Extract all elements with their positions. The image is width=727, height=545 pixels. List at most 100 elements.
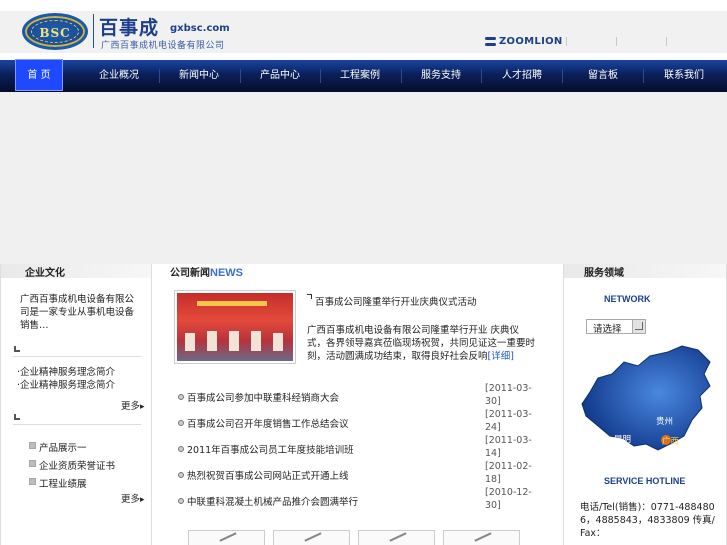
header-divider [566,37,567,46]
nav-item-news[interactable]: 新闻中心 [169,60,229,92]
nav-separator [240,69,241,83]
news-row-title: 百事成公司召开年度销售工作总结会议 [187,419,349,430]
region-select-value: 请选择 [593,324,622,335]
chevron-down-icon [632,320,645,333]
china-map[interactable]: 贵州 昆明 广西 [576,344,716,454]
nav-item-jobs[interactable]: 人才招聘 [492,60,552,92]
more-arrow-icon: ▸ [140,495,145,505]
news-row-title: 2011年百事成公司员工年度技能培训班 [187,445,354,456]
news-date: [2011-03-30] [485,383,532,407]
news-section: 公司新闻NEWS 百事成公司隆重举行开业庆典仪式活动 广西百事成机电设备有限公司… [166,264,562,545]
nav-separator [401,69,402,83]
header-divider [616,37,617,46]
square-bullet-icon [29,442,36,449]
brand-domain: gxbsc.com [170,23,230,34]
news-row[interactable]: 热烈祝贺百事成公司网站正式开通上线 [178,468,478,482]
top-strip [0,0,727,11]
square-bullet-icon [29,460,36,467]
news-row[interactable]: 中联重科混凝土机械产品推介会圆满举行 [178,494,478,508]
product-thumb[interactable] [358,530,435,545]
nav-separator [562,69,563,83]
headline-arrow-icon [307,294,312,299]
nav-item-contact[interactable]: 联系我们 [654,60,714,92]
news-date: [2011-03-24] [485,409,532,433]
nav-separator [159,69,160,83]
map-label[interactable]: 广西 [662,436,679,447]
region-select[interactable]: 请选择 [586,319,646,335]
news-detail-link[interactable]: [详细] [488,351,514,362]
divider [13,424,141,425]
hotline-label: SERVICE HOTLINE [604,476,686,486]
brand-subtitle: 广西百事成机电设备有限公司 [101,41,225,51]
network-label: NETWORK [604,294,651,304]
culture-panel: 企业文化 广西百事成机电设备有限公司是一家专业从事机电设备销售… ·企业精神服务… [0,264,152,545]
nav-separator [643,69,644,83]
news-summary: 广西百事成机电设备有限公司隆重举行开业 庆典仪式，各界领导嘉宾莅临现场祝贺，共同… [307,324,537,363]
showcase-link[interactable]: 企业资质荣誉证书 [39,458,115,472]
more-label: 更多 [121,494,141,505]
service-panel: 服务领域 NETWORK 请选择 贵州 昆明 广西 SERVICE HOTLIN… [563,264,727,545]
more-label: 更多 [121,401,141,412]
product-thumb[interactable] [443,530,520,545]
news-row-title: 中联重科混凝土机械产品推介会圆满举行 [187,497,359,508]
culture-link[interactable]: ·企业精神服务理念简介 [17,364,115,378]
divider [13,356,141,357]
panel-header [1,264,151,278]
nav-item-cases[interactable]: 工程案例 [330,60,390,92]
company-logo[interactable]: BSC [22,13,88,50]
more-link[interactable]: 更多▸ [121,398,145,412]
news-date: [2010-12-30] [485,487,532,511]
news-row[interactable]: 百事成公司参加中联重科经销商大会 [178,390,478,404]
nav-item-products[interactable]: 产品中心 [250,60,310,92]
bullet-icon [178,446,184,452]
bullet-icon [178,420,184,426]
service-title: 服务领域 [584,268,624,279]
culture-link[interactable]: ·企业精神服务理念简介 [17,377,115,391]
nav-item-about[interactable]: 企业概况 [89,60,149,92]
news-headline[interactable]: 百事成公司隆重举行开业庆典仪式活动 [315,294,477,308]
arrow-icon [14,346,20,352]
contact-info: 电话/Tel(销售)：0771-4884806，4885843，4833809 … [580,502,715,539]
square-bullet-icon [29,478,36,485]
zoomlion-logo[interactable]: ZOOMLION [485,35,563,47]
showcase-link[interactable]: 产品展示一 [39,440,87,454]
bullet-icon [178,498,184,504]
more-arrow-icon: ▸ [140,402,145,412]
zoomlion-mark-icon [485,36,496,46]
news-date: [2011-02-18] [485,461,532,485]
bullet-icon [178,394,184,400]
main-nav: 首 页 企业概况 新闻中心 产品中心 工程案例 服务支持 人才招聘 留言板 联系… [0,59,727,92]
news-row-title: 百事成公司参加中联重科经销商大会 [187,393,340,404]
showcase-link[interactable]: 工程业绩展 [39,476,87,490]
header-divider [666,37,667,46]
nav-separator [481,69,482,83]
news-row-title: 热烈祝贺百事成公司网站正式开通上线 [187,471,349,482]
map-label[interactable]: 贵州 [656,416,673,427]
bullet-icon [178,472,184,478]
news-photo[interactable] [174,290,296,364]
news-title: 公司新闻NEWS [170,264,243,279]
nav-item-service[interactable]: 服务支持 [411,60,471,92]
more-link[interactable]: 更多▸ [121,491,145,505]
culture-text: 广西百事成机电设备有限公司是一家专业从事机电设备销售… [20,294,135,331]
news-photo-image [177,293,293,361]
map-label[interactable]: 昆明 [614,435,631,445]
nav-item-home[interactable]: 首 页 [15,59,63,91]
logo-text: BSC [39,26,71,40]
site-header: BSC 百事成 gxbsc.com 广西百事成机电设备有限公司 ZOOMLION [0,11,727,64]
arrow-icon [14,414,20,420]
product-thumb[interactable] [188,530,265,545]
news-title-cn: 公司新闻 [170,268,210,279]
brand-separator [93,14,94,48]
brand-name: 百事成 [99,17,160,39]
hero-banner [0,92,727,264]
nav-item-guestbook[interactable]: 留言板 [573,60,633,92]
product-thumb[interactable] [273,530,350,545]
news-title-en: NEWS [210,267,243,279]
nav-separator [320,69,321,83]
zoomlion-wordmark: ZOOMLION [499,35,563,47]
news-row[interactable]: 2011年百事成公司员工年度技能培训班 [178,442,478,456]
news-date: [2011-03-14] [485,435,532,459]
culture-title: 企业文化 [25,268,65,279]
news-row[interactable]: 百事成公司召开年度销售工作总结会议 [178,416,478,430]
